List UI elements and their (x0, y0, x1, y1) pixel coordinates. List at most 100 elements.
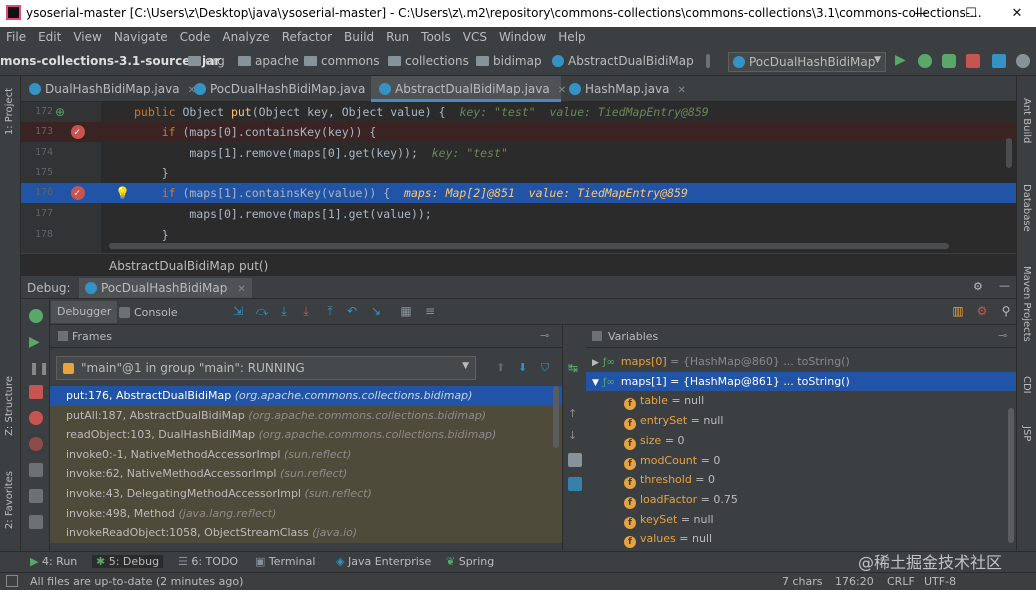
stack-frame[interactable]: invoke0:-1, NativeMethodAccessorImpl (su… (50, 444, 562, 465)
horizontal-scrollbar[interactable] (109, 243, 949, 249)
status-toggle-icon[interactable] (6, 575, 18, 587)
menu-view[interactable]: View (67, 27, 107, 44)
code-editor[interactable]: 172 public Object put(Object key, Object … (21, 102, 1016, 253)
menu-help[interactable]: Help (552, 27, 591, 44)
minimize-button[interactable]: — (898, 0, 944, 27)
tab-console[interactable]: Console (113, 301, 184, 323)
menu-file[interactable]: File (0, 27, 32, 44)
tool-tab-spring[interactable]: ❦ Spring (446, 555, 494, 568)
gear-icon[interactable]: ⚙ (973, 280, 983, 293)
variable-node[interactable]: ▶ ƒ∞ maps[0] = {HashMap@860} ... toString(… (586, 352, 1016, 372)
menu-vcs[interactable]: VCS (457, 27, 493, 44)
status-line-separator[interactable]: CRLF (887, 575, 915, 588)
project-structure-icon[interactable] (992, 54, 1006, 68)
stack-frame[interactable]: invokeReadObject:1058, ObjectStreamClass… (50, 523, 562, 543)
vertical-scrollbar[interactable] (1006, 138, 1012, 168)
coverage-icon[interactable] (942, 54, 956, 68)
close-icon[interactable]: ✕ (678, 85, 686, 96)
tab-dualhashbidimap[interactable]: DualHashBidiMap.java ✕ (21, 76, 196, 102)
menu-analyze[interactable]: Analyze (216, 27, 275, 44)
menu-code[interactable]: Code (174, 27, 217, 44)
nav-crumb-collections[interactable]: collections (388, 54, 469, 68)
stack-frame[interactable]: invoke:43, DelegatingMethodAccessorImpl … (50, 484, 562, 504)
ant-build-tool-tab[interactable]: Ant Build (1021, 98, 1032, 143)
resume-icon[interactable]: ▶ (29, 335, 43, 349)
menu-build[interactable]: Build (338, 27, 380, 44)
structure-tool-tab[interactable]: Z: Structure (4, 376, 15, 436)
run-icon[interactable]: ▶ (895, 52, 906, 68)
stack-frame[interactable]: readObject:103, DualHashBidiMap (org.apa… (50, 425, 562, 445)
field-node[interactable]: f size = 0 (586, 431, 1016, 451)
stack-frame[interactable]: invoke:62, NativeMethodAccessorImpl (sun… (50, 464, 562, 484)
run-to-cursor-icon[interactable]: ↘ (369, 304, 383, 318)
field-node[interactable]: f values = null (586, 529, 1016, 549)
jsp-tool-tab[interactable]: JSP (1021, 426, 1032, 441)
maven-tool-tab[interactable]: Maven Projects (1021, 266, 1032, 342)
tab-hashmap[interactable]: HashMap.java ✕ (561, 76, 691, 102)
field-node[interactable]: f threshold = 0 (586, 470, 1016, 490)
tab-pocdualhashbidimap[interactable]: PocDualHashBidiMap.java✕ (186, 76, 382, 102)
stack-frame[interactable]: put:176, AbstractDualBidiMap (org.apache… (50, 386, 562, 406)
frames-hide-icon[interactable]: ⊸ (540, 329, 549, 342)
step-back-icon[interactable]: ↹ (568, 361, 582, 375)
variable-node[interactable]: ▼ ƒ∞ maps[1] = {HashMap@861} ... toString(… (586, 371, 1016, 392)
tab-abstractdualbidimap[interactable]: AbstractDualBidiMap.java ✕ (371, 76, 566, 102)
database-tool-tab[interactable]: Database (1021, 184, 1032, 232)
step-into-icon[interactable]: ⤓ (277, 304, 291, 318)
nav-crumb-class[interactable]: AbstractDualBidiMap (552, 54, 694, 68)
field-node[interactable]: f modCount = 0 (586, 451, 1016, 471)
code-line[interactable]: 177 maps[0].remove(maps[1].get(value)); (21, 204, 1016, 224)
tool-tab-run[interactable]: ▶ 4: Run (30, 555, 77, 568)
code-line[interactable]: 176 if (maps[1].containsKey(value)) { ma… (21, 183, 1016, 204)
nav-crumb-apache[interactable]: apache (238, 54, 299, 68)
step-out-icon[interactable]: ⤒ (323, 304, 337, 318)
breakpoint-icon[interactable] (71, 123, 85, 143)
tool-tab-debug[interactable]: ✱ 5: Debug (92, 555, 164, 568)
stack-frame[interactable]: invoke:498, Method (java.lang.reflect) (50, 503, 562, 524)
run-config-select[interactable]: PocDualHashBidiMap ▼ (728, 52, 886, 72)
menu-run[interactable]: Run (380, 27, 415, 44)
copy-icon[interactable] (568, 453, 582, 467)
favorites-tool-tab[interactable]: 2: Favorites (4, 471, 15, 529)
stop-icon[interactable] (29, 385, 43, 399)
breadcrumb-class[interactable]: AbstractDualBidiMap (109, 259, 235, 273)
menu-refactor[interactable]: Refactor (276, 27, 338, 44)
maximize-button[interactable]: ☐ (948, 0, 994, 27)
frame-up-icon[interactable]: ⬆ (496, 361, 505, 374)
view-breakpoints-icon[interactable] (29, 411, 43, 425)
thread-selector[interactable]: "main"@1 in group "main": RUNNING ▼ (56, 356, 476, 380)
cdi-tool-tab[interactable]: CDI (1021, 376, 1032, 394)
tab-debugger[interactable]: Debugger (51, 301, 118, 323)
hide-icon[interactable]: — (999, 279, 1010, 292)
filter-icon[interactable]: ⛉ (541, 361, 549, 375)
close-button[interactable]: ✕ (994, 0, 1036, 27)
debug-icon[interactable] (918, 54, 932, 68)
debug-session-tab[interactable]: PocDualHashBidiMap ✕ (79, 278, 252, 298)
nav-crumb-commons[interactable]: commons (304, 54, 380, 68)
variables-scrollbar[interactable] (1008, 408, 1014, 543)
status-encoding[interactable]: UTF-8 (924, 575, 956, 588)
stack-frame[interactable]: putAll:187, AbstractDualBidiMap (org.apa… (50, 405, 562, 426)
menu-window[interactable]: Window (493, 27, 552, 44)
search-icon[interactable] (1016, 54, 1030, 68)
mute-breakpoints-icon[interactable] (29, 437, 43, 451)
layout-icon[interactable]: ▥ (951, 304, 965, 318)
intention-bulb-icon[interactable]: 💡 (115, 186, 130, 200)
frames-scrollbar[interactable] (553, 386, 559, 448)
restore-layout-icon[interactable]: ⚙ (975, 304, 989, 318)
frame-down-icon[interactable]: ⬇ (518, 361, 527, 374)
code-line[interactable]: 173 if (maps[0].containsKey(key)) { (21, 122, 1016, 143)
watches-icon[interactable] (568, 477, 582, 491)
show-execution-point-icon[interactable]: ⇲ (231, 304, 245, 318)
pause-icon[interactable]: ❚❚ (29, 361, 49, 375)
drop-frame-icon[interactable]: ↶ (345, 304, 359, 318)
menu-edit[interactable]: Edit (32, 27, 67, 44)
evaluate-icon[interactable]: ▦ (399, 304, 413, 318)
nav-crumb-org[interactable]: org (188, 54, 225, 68)
field-node[interactable]: f loadFactor = 0.75 (586, 490, 1016, 510)
get-thread-dump-icon[interactable] (29, 463, 43, 477)
field-node[interactable]: f table = null (586, 391, 1016, 411)
pin-icon[interactable]: ⚲ (999, 304, 1013, 318)
tool-tab-java-enterprise[interactable]: ◈ Java Enterprise (336, 555, 431, 568)
settings-icon[interactable] (29, 489, 43, 503)
